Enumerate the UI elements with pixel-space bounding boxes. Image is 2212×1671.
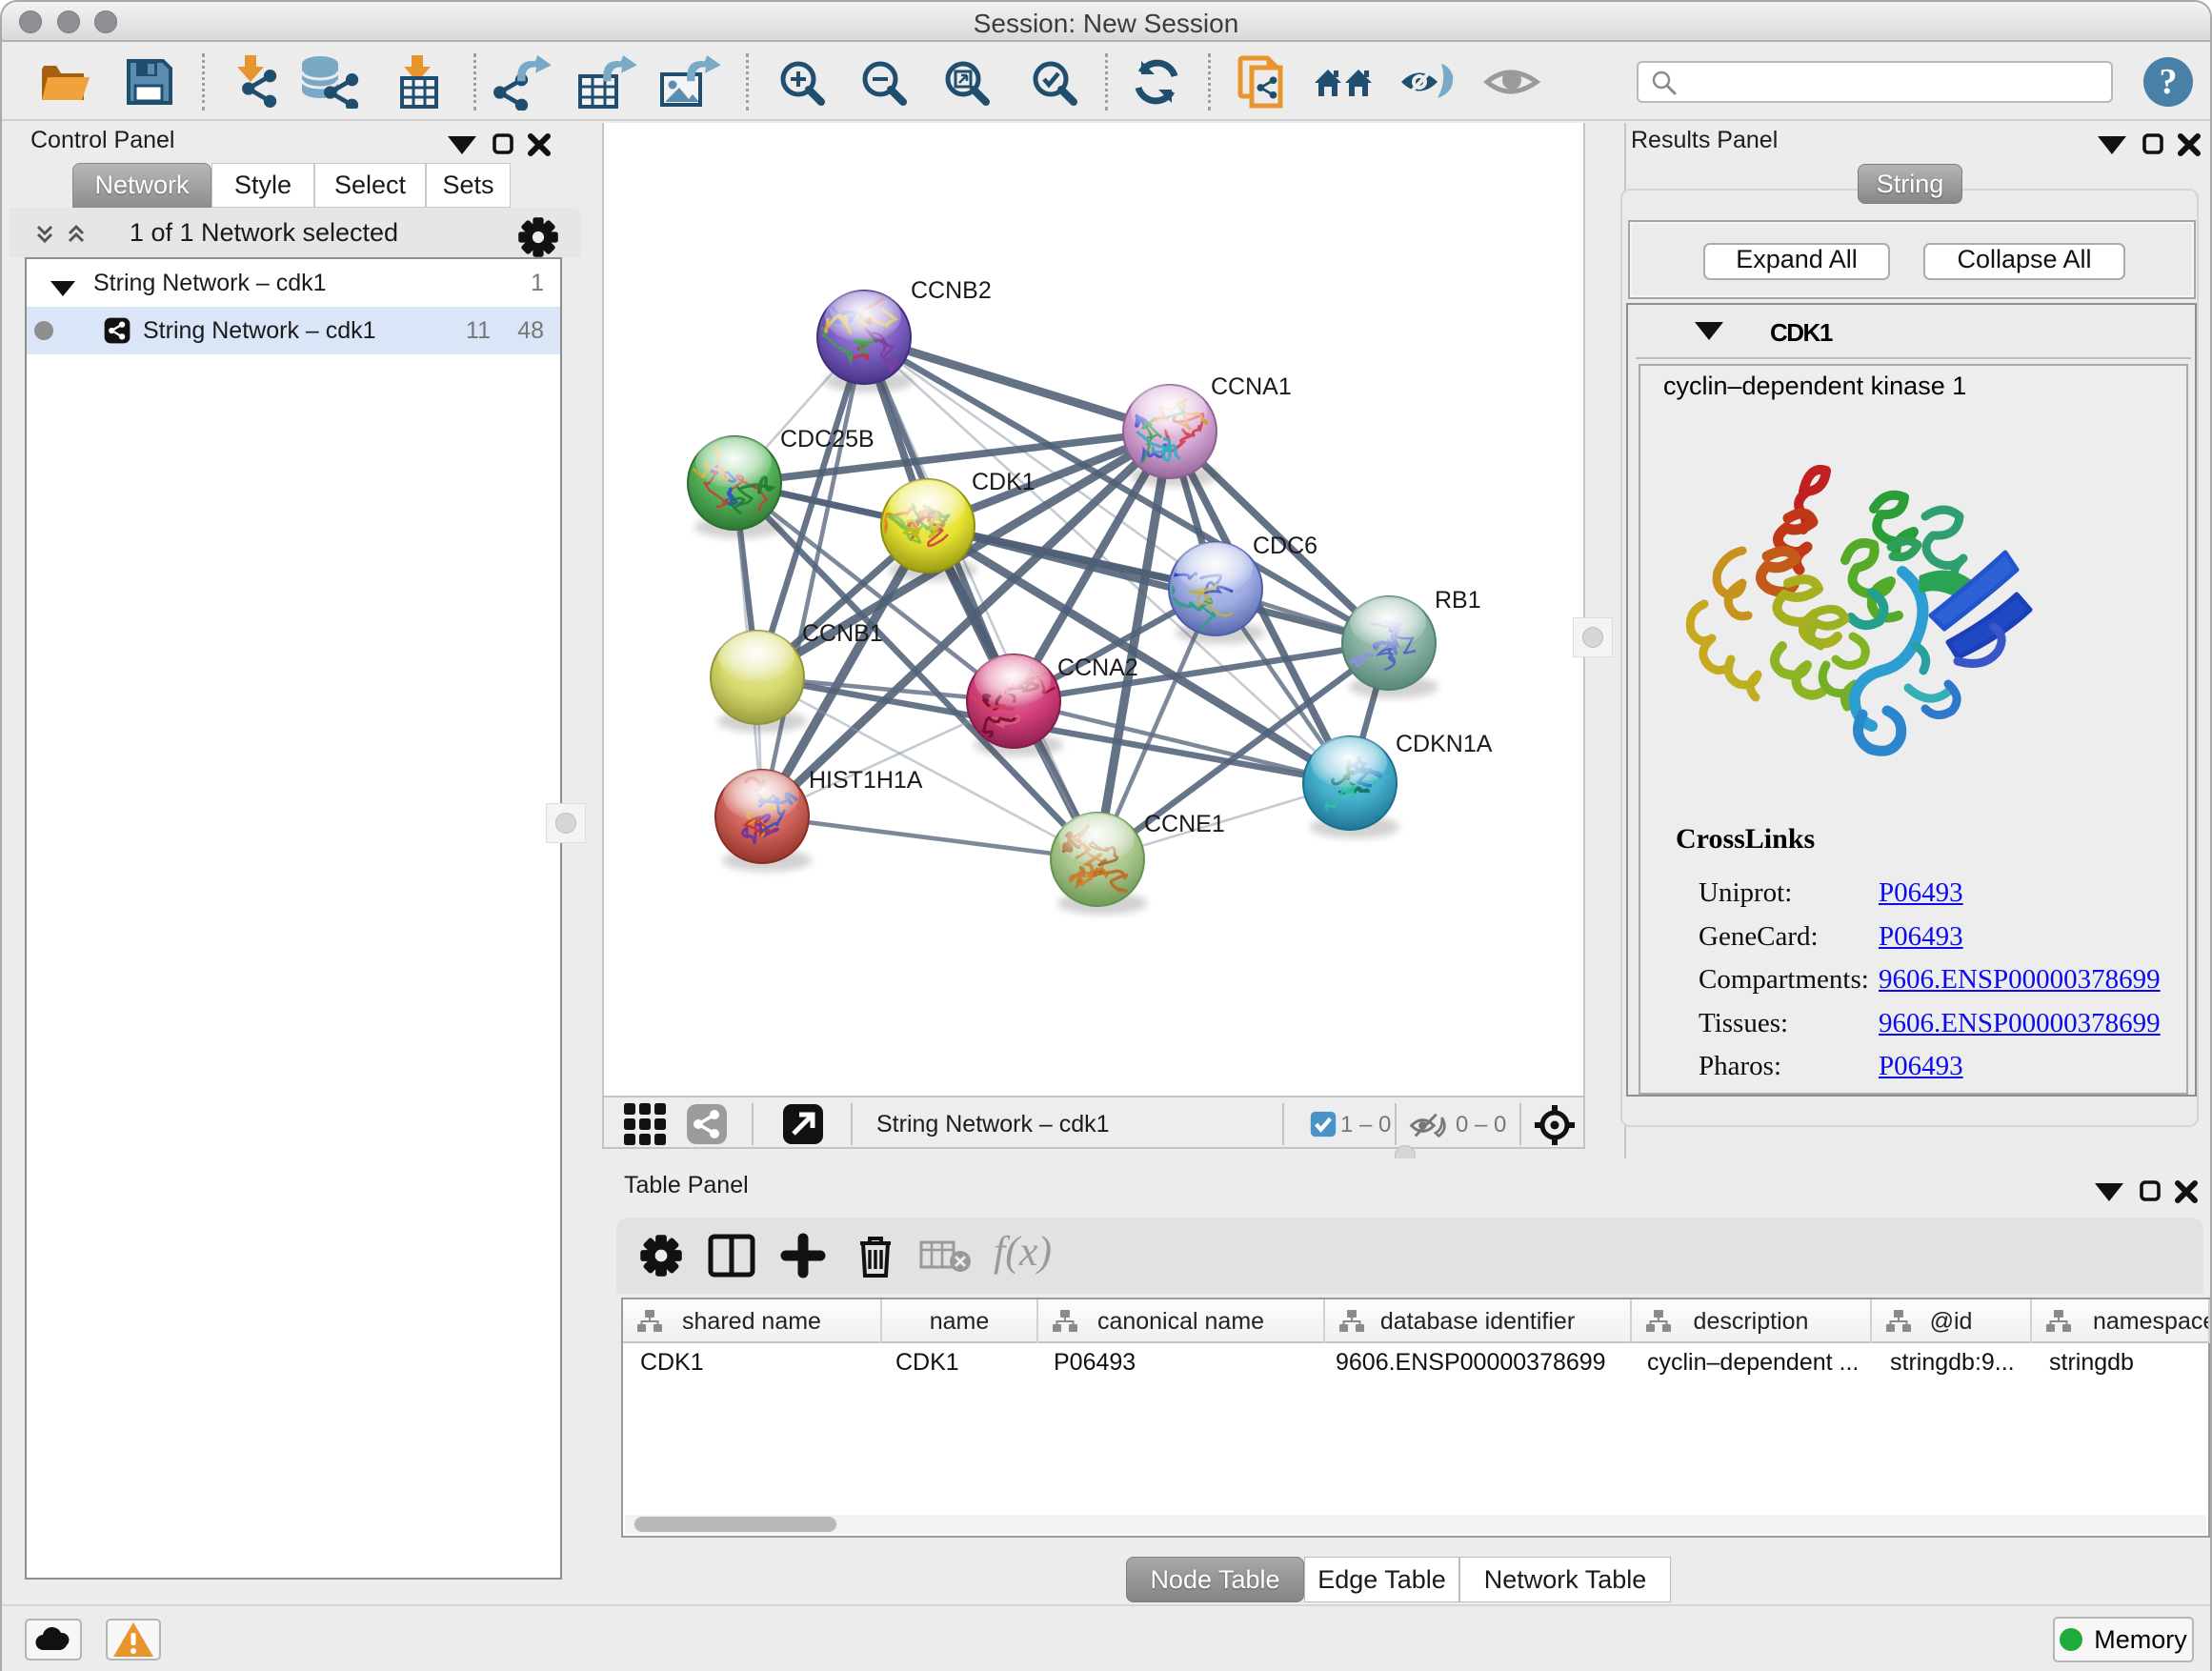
- svg-text:HIST1H1A: HIST1H1A: [809, 767, 923, 794]
- svg-text:CCNB1: CCNB1: [802, 620, 883, 647]
- svg-text:CCNA1: CCNA1: [1211, 373, 1292, 400]
- svg-text:CDK1: CDK1: [972, 469, 1036, 495]
- svg-text:CDKN1A: CDKN1A: [1396, 731, 1493, 757]
- svg-text:CDC25B: CDC25B: [780, 426, 875, 453]
- svg-text:CCNE1: CCNE1: [1144, 811, 1225, 837]
- svg-text:RB1: RB1: [1435, 587, 1481, 614]
- svg-text:CCNA2: CCNA2: [1057, 654, 1138, 681]
- svg-text:?: ?: [2160, 62, 2178, 102]
- svg-text:CCNB2: CCNB2: [911, 277, 992, 304]
- svg-text:CDC6: CDC6: [1253, 533, 1317, 559]
